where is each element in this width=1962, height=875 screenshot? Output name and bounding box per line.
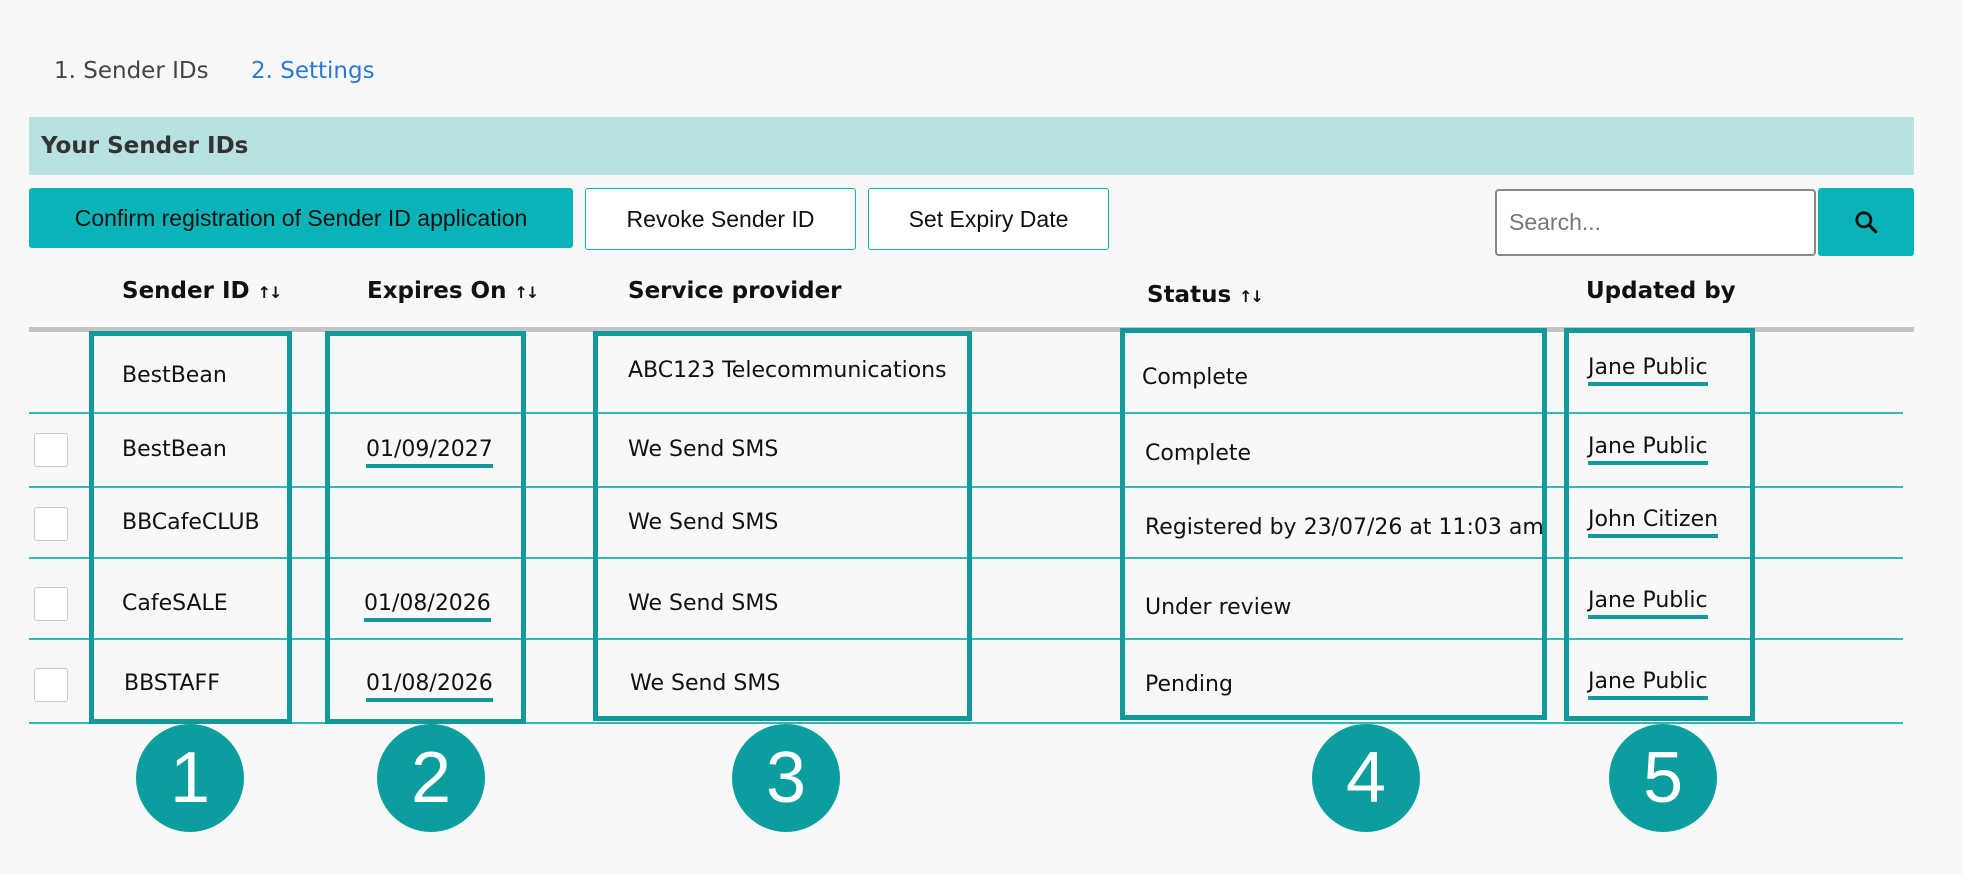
callout-1: 1 — [136, 724, 244, 832]
column-header-status[interactable]: Status ↑↓ — [1147, 282, 1264, 308]
search-input[interactable] — [1495, 189, 1816, 256]
tab-settings[interactable]: 2. Settings — [251, 58, 375, 84]
callout-5: 5 — [1609, 724, 1717, 832]
revoke-sender-id-button[interactable]: Revoke Sender ID — [585, 188, 856, 250]
callout-4: 4 — [1312, 724, 1420, 832]
row-checkbox[interactable] — [34, 433, 68, 467]
column-header-sender-id[interactable]: Sender ID ↑↓ — [122, 278, 283, 304]
search-icon — [1855, 211, 1878, 234]
sort-icon[interactable]: ↑↓ — [258, 283, 283, 302]
column-header-label: Expires On — [367, 278, 507, 304]
sort-icon[interactable]: ↑↓ — [514, 283, 539, 302]
section-title: Your Sender IDs — [41, 133, 249, 159]
column-header-label: Sender ID — [122, 278, 250, 304]
confirm-registration-button[interactable]: Confirm registration of Sender ID applic… — [29, 188, 573, 248]
column-header-updated-by: Updated by — [1586, 278, 1736, 304]
section-header: Your Sender IDs — [29, 117, 1914, 175]
row-checkbox[interactable] — [34, 587, 68, 621]
callout-2: 2 — [377, 724, 485, 832]
row-divider — [29, 722, 1903, 724]
highlight-box-service-provider — [593, 331, 972, 721]
column-header-expires-on[interactable]: Expires On ↑↓ — [367, 278, 539, 304]
tab-sender-ids[interactable]: 1. Sender IDs — [54, 58, 209, 84]
column-header-service-provider: Service provider — [628, 278, 842, 304]
row-checkbox[interactable] — [34, 507, 68, 541]
highlight-box-sender-id — [89, 331, 292, 724]
set-expiry-date-button[interactable]: Set Expiry Date — [868, 188, 1109, 250]
sort-icon[interactable]: ↑↓ — [1239, 287, 1264, 306]
search-button[interactable] — [1818, 188, 1914, 256]
row-checkbox[interactable] — [34, 668, 68, 702]
column-header-label: Status — [1147, 282, 1232, 308]
highlight-box-status — [1120, 328, 1547, 720]
callout-3: 3 — [732, 724, 840, 832]
highlight-box-expires-on — [325, 331, 526, 724]
highlight-box-updated-by — [1564, 328, 1755, 721]
